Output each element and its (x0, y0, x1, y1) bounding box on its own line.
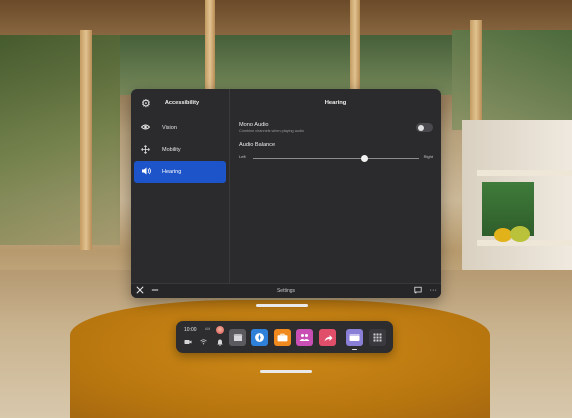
slider-right-label: Right (423, 154, 433, 159)
dock-grab-handle[interactable] (260, 370, 312, 373)
fruit (510, 226, 530, 242)
briefcase-app-icon[interactable] (274, 329, 291, 346)
sidebar-item-label: Hearing (162, 169, 182, 175)
slider-left-label: Left (239, 154, 246, 159)
window-middle (120, 35, 460, 95)
audio-balance-slider[interactable] (253, 155, 419, 162)
wood-post (350, 0, 360, 92)
move-arrows-icon (141, 144, 150, 156)
wifi-icon (200, 339, 207, 347)
mono-audio-description: Combine channels when playing audio (239, 129, 305, 133)
page-title: Hearing (324, 100, 347, 106)
clock-ampm: AM (205, 327, 211, 331)
mono-audio-toggle[interactable] (416, 123, 433, 132)
rug (70, 300, 490, 418)
wood-post (80, 30, 92, 250)
bell-icon (217, 339, 223, 348)
audio-balance-label: Audio Balance (239, 142, 276, 148)
settings-window: ⚙ Accessibility Vision Mobility Hearing … (131, 89, 441, 298)
status-area[interactable]: 10:00 AM (183, 326, 227, 350)
audio-balance-setting: Audio Balance (239, 142, 433, 148)
universal-menu-dock: 10:00 AM (176, 321, 393, 353)
sidebar-title: Accessibility (164, 100, 200, 106)
more-options-icon[interactable]: ··· (430, 285, 438, 294)
share-app-icon[interactable] (319, 329, 336, 346)
slider-thumb[interactable] (360, 155, 368, 162)
sidebar-item-mobility[interactable]: Mobility (134, 139, 226, 161)
speaker-icon (141, 167, 151, 177)
shelf (477, 170, 572, 176)
sidebar-item-hearing[interactable]: Hearing (134, 161, 226, 183)
avatar[interactable] (216, 326, 224, 334)
window-left (0, 35, 120, 245)
sidebar-item-label: Vision (162, 125, 177, 131)
compass-app-icon[interactable] (251, 329, 268, 346)
window-bottom-bar: Settings ··· (131, 283, 441, 298)
sidebar-item-label: Mobility (162, 147, 181, 153)
mono-audio-setting: Mono Audio Combine channels when playing… (239, 122, 433, 133)
toggle-knob (417, 124, 424, 131)
sidebar: ⚙ Accessibility Vision Mobility Hearing (131, 89, 230, 284)
camera-icon (184, 339, 192, 347)
window-grab-handle[interactable] (256, 304, 308, 307)
wood-post (205, 0, 215, 95)
grid-app-icon[interactable] (369, 329, 386, 346)
audio-balance-slider-row: Left Right (239, 153, 433, 163)
store-app-icon[interactable] (229, 329, 246, 346)
hearing-settings: Hearing Mono Audio Combine channels when… (230, 89, 441, 284)
clock-time: 10:00 (184, 327, 197, 333)
sidebar-item-vision[interactable]: Vision (134, 117, 226, 139)
gear-icon: ⚙ (141, 97, 151, 110)
eye-icon (140, 124, 151, 132)
window-app-icon[interactable] (346, 329, 363, 350)
cast-icon[interactable] (414, 286, 422, 296)
sidebar-header: ⚙ Accessibility (131, 89, 229, 117)
window-title: Settings (276, 288, 296, 294)
mono-audio-label: Mono Audio (239, 122, 269, 128)
people-app-icon[interactable] (296, 329, 313, 346)
